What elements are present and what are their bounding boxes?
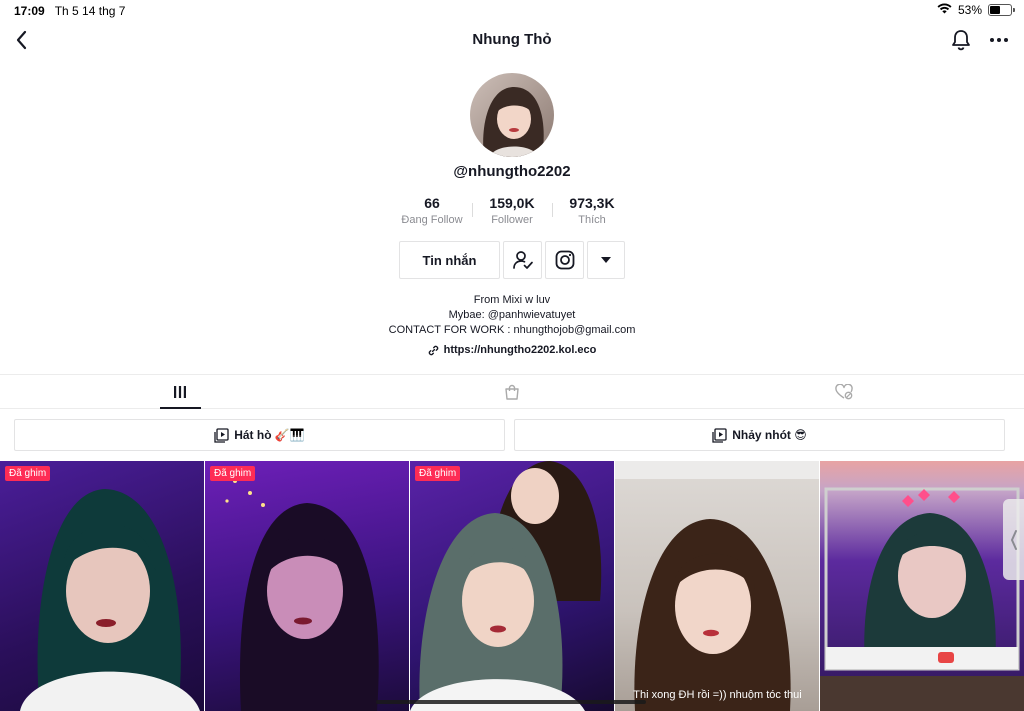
playlist-label: Nhảy nhót 😎 (732, 428, 807, 442)
shopping-bag-icon (505, 384, 519, 400)
bio-line: Mybae: @panhwievatuyet (448, 309, 576, 321)
battery-level (990, 6, 1000, 14)
pinned-badge: Đã ghim (5, 466, 51, 481)
stat-followers-label: Follower (491, 214, 533, 226)
chevron-left-icon (1010, 529, 1017, 550)
stat-followers-value: 159,0K (489, 195, 535, 211)
page-title: Nhung Thỏ (472, 31, 552, 48)
pinned-badge: Đã ghim (415, 466, 461, 481)
battery-percent: 53% (957, 3, 982, 17)
side-panel-handle[interactable] (1003, 499, 1024, 580)
bio-line: CONTACT FOR WORK : nhungthojob@gmail.com (388, 324, 636, 336)
video-thumbnail[interactable]: Thi xong ĐH rồi =)) nhuộm tóc thui (615, 461, 819, 711)
playlist-icon (712, 427, 727, 443)
stat-following[interactable]: 66 Đang Follow (387, 195, 477, 226)
instagram-button[interactable] (545, 241, 584, 279)
instagram-icon (555, 250, 574, 270)
video-preview-image (410, 461, 602, 711)
active-tab-indicator (160, 407, 201, 409)
video-thumbnail[interactable] (820, 461, 1024, 711)
stat-likes[interactable]: 973,3K Thích (547, 195, 637, 226)
pinned-badge: Đã ghim (210, 466, 256, 481)
bell-icon (952, 30, 970, 51)
playlist-icon (214, 427, 229, 443)
stat-following-label: Đang Follow (401, 214, 463, 226)
wifi-icon (937, 3, 952, 17)
caret-down-icon (601, 257, 611, 263)
stat-followers[interactable]: 159,0K Follower (467, 195, 557, 226)
profile-username: @nhungtho2202 (453, 163, 571, 180)
profile-bio: From Mixi w luv Mybae: @panhwievatuyet C… (0, 293, 1024, 338)
stat-following-value: 66 (424, 195, 440, 211)
video-thumbnail[interactable]: Đã ghim (205, 461, 409, 711)
tab-videos[interactable] (145, 375, 215, 409)
home-indicator[interactable] (376, 700, 646, 704)
chevron-left-icon (16, 30, 27, 50)
more-options-button[interactable] (986, 26, 1012, 54)
video-preview-image (615, 461, 819, 711)
back-button[interactable] (8, 26, 36, 54)
video-preview-image (225, 479, 379, 711)
user-check-icon (512, 251, 533, 269)
playlist-dancing[interactable]: Nhảy nhót 😎 (514, 419, 1005, 451)
video-grid-icon (174, 386, 186, 398)
video-preview-image (20, 489, 200, 711)
playlist-label: Hát hò 🎸🎹 (234, 428, 305, 442)
nav-bar: Nhung Thỏ (0, 24, 1024, 56)
message-button[interactable]: Tin nhắn (399, 241, 500, 279)
playlist-singing[interactable]: Hát hò 🎸🎹 (14, 419, 505, 451)
profile-stats: 66 Đang Follow 159,0K Follower 973,3K Th… (0, 195, 1024, 231)
more-dots-icon (990, 38, 1008, 42)
tab-shop[interactable] (477, 375, 547, 409)
link-icon (428, 345, 438, 355)
profile-link[interactable]: https://nhungtho2202.kol.eco (0, 344, 1024, 356)
notification-bell-button[interactable] (948, 26, 974, 54)
video-preview-image (820, 487, 1024, 711)
status-time: 17:09 (14, 4, 45, 18)
status-bar: 17:09 Th 5 14 thg 7 53% (0, 0, 1024, 22)
stat-likes-label: Thích (578, 214, 606, 226)
video-thumbnail[interactable]: Đã ghim (410, 461, 614, 711)
status-date: Th 5 14 thg 7 (54, 4, 126, 18)
profile-link-text: https://nhungtho2202.kol.eco (443, 344, 597, 356)
battery-icon (988, 4, 1015, 16)
suggested-accounts-button[interactable] (587, 241, 625, 279)
video-grid: Đã ghim Đã ghim Đã ghim Thi xong ĐH rồi … (0, 461, 1024, 711)
stat-likes-value: 973,3K (569, 195, 615, 211)
profile-avatar[interactable] (470, 73, 554, 157)
following-status-button[interactable] (503, 241, 542, 279)
tab-liked[interactable] (809, 375, 879, 409)
liked-heart-icon (835, 384, 853, 400)
video-thumbnail[interactable]: Đã ghim (0, 461, 204, 711)
content-tabs (0, 374, 1024, 409)
bio-line: From Mixi w luv (473, 294, 551, 306)
